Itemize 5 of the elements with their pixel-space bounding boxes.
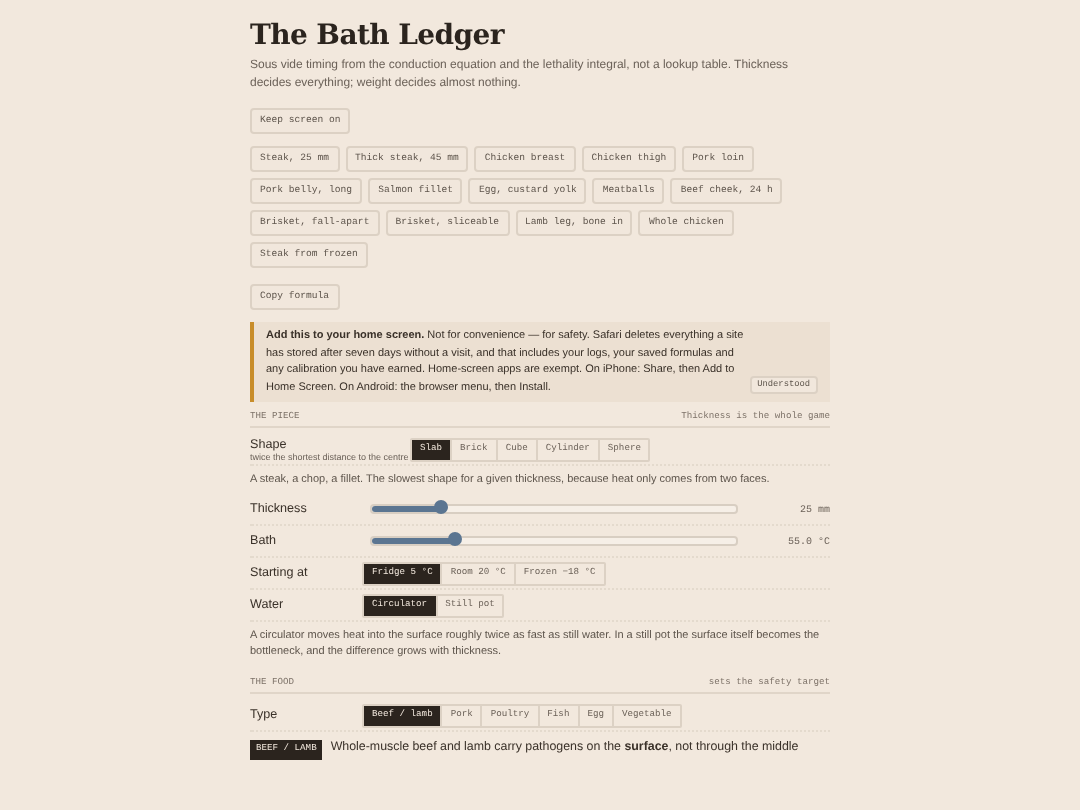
slider-track[interactable] <box>370 536 738 546</box>
slider-track[interactable] <box>370 504 738 514</box>
slider-thumb[interactable] <box>448 532 463 546</box>
page-title: The Bath Ledger <box>250 20 507 52</box>
slider-thumb[interactable] <box>434 500 449 514</box>
